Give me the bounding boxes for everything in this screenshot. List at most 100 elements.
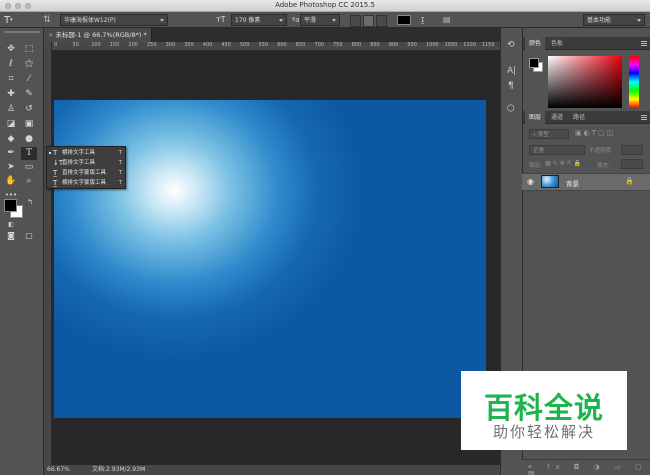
layer-actions-icons[interactable]: ⚭ fx ◘ ◑ ▭ ▢ 🗑 (527, 463, 650, 475)
ruler-tick-label: 200 (128, 42, 138, 48)
align-center-button[interactable] (363, 15, 374, 27)
layer-filter-value: 类型 (537, 132, 549, 138)
panel-foreground-swatch[interactable] (529, 58, 539, 68)
ruler-tick-label: 0 (54, 42, 58, 48)
crop-tool-icon[interactable]: ⌗ (3, 73, 19, 86)
brush-tool-icon[interactable]: ✎ (21, 88, 37, 101)
panel-menu-icon[interactable] (641, 41, 647, 42)
quick-mask-icon[interactable]: ◙ (3, 229, 19, 242)
flyout-item[interactable]: T 横排文字工具 T (49, 148, 125, 158)
antialias-select[interactable]: 平滑 (300, 14, 340, 26)
font-size-select[interactable]: 170 像素 (231, 14, 287, 26)
flyout-item[interactable]: T̲ 直排文字蒙版工具 T (49, 168, 125, 178)
character-panel-icon[interactable]: ▤ (443, 14, 453, 26)
text-orientation-icon[interactable]: ⇅ (40, 14, 54, 26)
tab-swatches[interactable]: 色板 (547, 37, 567, 50)
flyout-item-shortcut: T (118, 170, 122, 176)
ruler-tick-label: 150 (109, 42, 120, 48)
color-panel-tabs: 颜色 色板 (523, 37, 650, 50)
ruler-tick-label: 1100 (463, 42, 476, 48)
paragraph-panel-icon[interactable]: ¶ (508, 81, 514, 91)
lock-label: 锁定: (529, 163, 542, 169)
document-tab[interactable]: × 未标题-1 @ 66.7%(RGB/8*) * (44, 28, 152, 42)
flyout-item[interactable]: T̲ 横排文字蒙版工具 T (49, 178, 125, 188)
move-tool-icon[interactable]: ✥ (3, 43, 19, 56)
align-left-button[interactable] (350, 15, 361, 27)
zoom-level[interactable]: 66.67% (47, 465, 70, 475)
pen-tool-icon[interactable]: ✒ (3, 147, 19, 160)
layer-lock-icon[interactable]: 🔒 (625, 177, 634, 185)
dodge-tool-icon[interactable]: ● (21, 133, 37, 146)
blur-tool-icon[interactable]: ◆ (3, 133, 19, 146)
layer-filter-select[interactable]: ⌕ 类型 (529, 129, 569, 139)
layer-filter-icons[interactable]: ▣◐T▢◫ (575, 129, 615, 137)
character-panel-icon[interactable]: A| (507, 66, 516, 76)
zoom-tool-icon[interactable]: ⌕ (21, 175, 37, 188)
layer-name[interactable]: 背景 (566, 178, 579, 188)
flyout-item-label: 横排文字工具 (62, 150, 96, 156)
chevron-down-icon (160, 19, 164, 22)
tab-channels[interactable]: 通道 (547, 111, 567, 124)
hand-tool-icon[interactable]: ✋ (3, 175, 19, 188)
flyout-item[interactable]: ↓T 直排文字工具 T (49, 158, 125, 168)
gradient-tool-icon[interactable]: ▣ (21, 118, 37, 131)
flyout-item-label: 横排文字蒙版工具 (62, 180, 107, 186)
history-brush-tool-icon[interactable]: ↺ (21, 103, 37, 116)
healing-brush-tool-icon[interactable]: ✚ (3, 88, 19, 101)
tab-layers[interactable]: 图层 (525, 111, 546, 124)
opacity-field[interactable] (621, 145, 643, 155)
color-picker-field[interactable] (548, 56, 622, 108)
flyout-item-label: 直排文字工具 (62, 160, 96, 166)
swap-colors-icon[interactable]: ↰ (22, 196, 38, 209)
magic-wand-tool-icon[interactable]: ⚝ (21, 58, 37, 71)
text-color-swatch[interactable] (397, 15, 411, 25)
type-tool-icon[interactable]: T (21, 147, 37, 160)
panel-menu-icon[interactable] (641, 115, 647, 116)
tab-paths[interactable]: 路径 (569, 111, 589, 124)
ruler-tick-label: 1000 (426, 42, 439, 48)
clone-stamp-tool-icon[interactable]: ♙ (3, 103, 19, 116)
warp-text-icon[interactable]: ɪ̰ (421, 14, 431, 26)
ruler-tick-label: 950 (407, 42, 417, 48)
lasso-tool-icon[interactable]: ℓ (3, 58, 19, 71)
active-bullet-icon (49, 152, 51, 154)
vertical-ruler[interactable] (44, 42, 52, 465)
tools-panel: ✥ ⬚ ℓ ⚝ ⌗ ⁄ ✚ ✎ ♙ ↺ ◪ ▣ ◆ ● ✒ T ➤ ▭ ✋ ⌕ … (0, 28, 44, 475)
font-family-select[interactable]: 华康海报体W12(P) (60, 14, 168, 26)
tab-color[interactable]: 颜色 (525, 37, 546, 50)
eye-visibility-icon[interactable]: ◉ (527, 177, 534, 186)
options-bar: T▾ ⇅ 华康海报体W12(P) ᴛT 170 像素 ªa 平滑 ɪ̰ ▤ 基本… (0, 12, 650, 28)
hue-slider[interactable] (629, 56, 639, 108)
3d-panel-icon[interactable]: ⬡ (507, 104, 515, 114)
history-panel-icon[interactable]: ⟲ (507, 40, 515, 50)
align-right-button[interactable] (376, 15, 387, 27)
fill-field[interactable] (621, 159, 643, 169)
path-selection-tool-icon[interactable]: ➤ (3, 161, 19, 174)
workspace-value: 基本功能 (587, 17, 612, 24)
blend-mode-select[interactable]: 正常 (529, 145, 585, 155)
ruler-tick-label: 600 (277, 42, 287, 48)
document-size[interactable]: 文档:2.93M/2.93M (92, 465, 145, 475)
type-tool-icon[interactable]: T▾ (4, 14, 24, 26)
foreground-color-swatch[interactable] (4, 199, 17, 212)
rectangle-tool-icon[interactable]: ▭ (21, 161, 37, 174)
screen-mode-icon[interactable]: ▢ (21, 229, 37, 242)
status-arrow-icon[interactable]: › (142, 465, 144, 475)
watermark-subtitle: 助你轻松解决 (492, 423, 595, 441)
eraser-tool-icon[interactable]: ◪ (3, 118, 19, 131)
fill-label: 填充: (597, 163, 610, 169)
opacity-label: 不透明度: (589, 148, 613, 154)
close-tab-icon[interactable]: × (48, 31, 53, 39)
chevron-down-icon (279, 19, 283, 22)
eyedropper-tool-icon[interactable]: ⁄ (21, 73, 37, 86)
workspace-select[interactable]: 基本功能 (583, 14, 645, 26)
layers-panel-tabs: 图层 通道 路径 (523, 111, 650, 124)
horizontal-ruler[interactable]: 0 50 100 150 200 250 300 350 400 450 500 550 600 650 7… (52, 42, 500, 51)
lock-icons[interactable]: ▦✎✥⇱🔒 (545, 160, 583, 167)
document-tabs: × 未标题-1 @ 66.7%(RGB/8*) * (44, 28, 500, 42)
ruler-tick-label: 900 (388, 42, 399, 48)
marquee-tool-icon[interactable]: ⬚ (21, 43, 37, 56)
ruler-tick-label: 1150 (481, 42, 495, 48)
type-variant-icon: T̲ (53, 169, 58, 177)
antialias-value: 平滑 (304, 17, 317, 24)
